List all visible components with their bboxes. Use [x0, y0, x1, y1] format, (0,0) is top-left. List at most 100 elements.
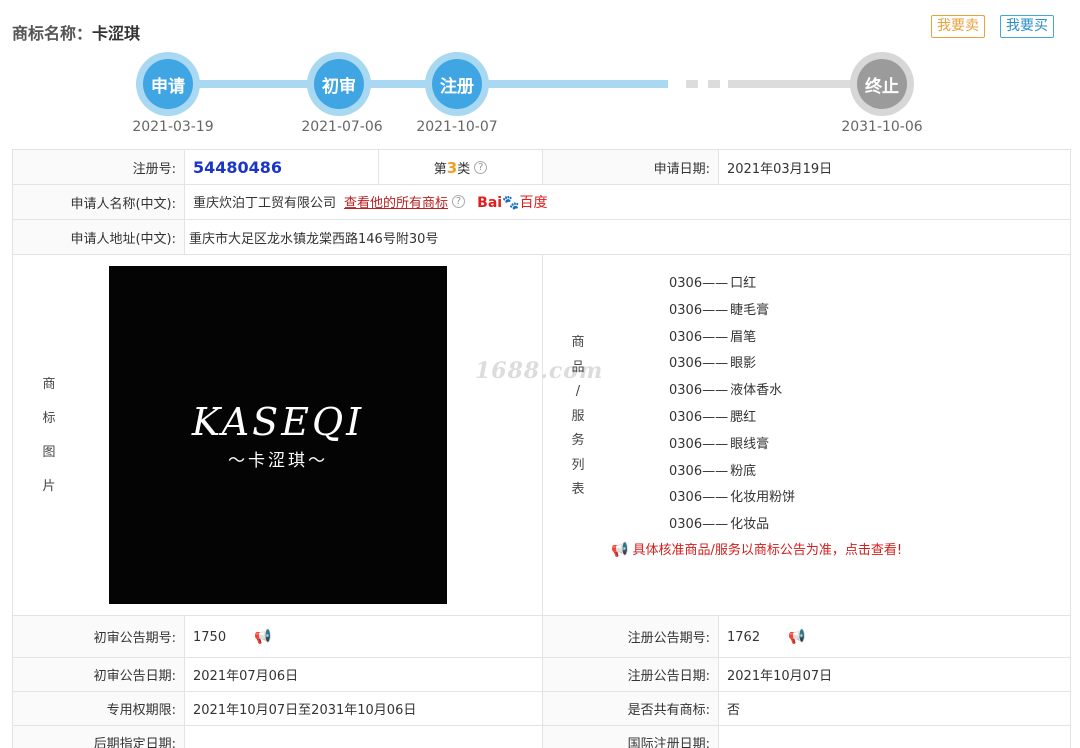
goods-name: 化妆品	[730, 517, 770, 533]
applicant-cell: 重庆炊泊丁工贸有限公司 查看他的所有商标? Bai🐾百度	[184, 184, 1071, 220]
list-item: 0306—— 液体香水	[669, 378, 795, 405]
image-label-char: 商	[42, 377, 56, 392]
megaphone-icon[interactable]: 📢	[788, 629, 805, 645]
term: 2021年10月07日至2031年10月06日	[184, 691, 543, 726]
reg-pub-no-cell: 1762 📢	[718, 615, 1071, 658]
view-all-marks-link[interactable]: 查看他的所有商标	[344, 196, 448, 211]
page-title: 商标名称：卡涩琪	[12, 20, 140, 44]
address-label: 申请人地址(中文):	[12, 219, 185, 255]
goods-name: 口红	[730, 276, 757, 291]
timeline-node-label: 初审	[314, 59, 364, 109]
later-date	[184, 725, 543, 748]
reg-pub-date-label: 注册公告日期:	[542, 657, 719, 692]
logo-main-text: KASEQI	[191, 399, 365, 444]
table-row: 申请人名称(中文): 重庆炊泊丁工贸有限公司 查看他的所有商标? Bai🐾百度	[12, 184, 1071, 220]
timeline-dash	[686, 80, 698, 88]
sell-button[interactable]: 我要卖	[931, 15, 985, 38]
reg-pub-date: 2021年10月07日	[718, 657, 1071, 692]
goods-code: 0306——	[669, 276, 729, 291]
help-icon[interactable]: ?	[474, 160, 488, 174]
goods-code: 0306——	[669, 517, 729, 533]
goods-code: 0306——	[669, 383, 729, 399]
image-label-char: 标	[42, 411, 56, 426]
timeline-date: 2021-07-06	[301, 119, 383, 135]
goods-label-char: 务	[571, 433, 585, 448]
trademark-name: 卡涩琪	[92, 24, 141, 43]
table-row: 专用权期限: 2021年10月07日至2031年10月06日 是否共有商标: 否	[12, 691, 1071, 726]
megaphone-icon: 📢	[611, 542, 629, 558]
trademark-logo-image: KASEQI ～卡涩琪～	[109, 266, 447, 604]
list-item: 0306—— 腮红	[669, 405, 795, 432]
timeline-date: 2021-10-07	[416, 119, 498, 135]
table-row: 初审公告日期: 2021年07月06日 注册公告日期: 2021年10月07日	[12, 657, 1071, 692]
goods-name: 液体香水	[730, 383, 783, 399]
image-label-char: 片	[42, 479, 56, 494]
shared-label: 是否共有商标:	[542, 691, 719, 726]
reg-pub-no: 1762	[727, 629, 761, 645]
timeline-node-prelim: 初审	[307, 52, 371, 116]
shared: 否	[718, 691, 1071, 726]
timeline-node-label: 注册	[432, 59, 482, 109]
prelim-no-label: 初审公告期号:	[12, 615, 185, 658]
timeline-date: 2031-10-06	[841, 119, 923, 135]
timeline-node-label: 申请	[143, 59, 193, 109]
baidu-paw-icon: 🐾	[502, 195, 520, 211]
applicant-label: 申请人名称(中文):	[12, 184, 185, 220]
goods-notice-text: 具体核准商品/服务以商标公告为准，点击查看!	[632, 543, 903, 558]
trademark-info-table: 注册号: 54480486 第3类? 申请日期: 2021年03月19日 申请人…	[12, 149, 1071, 748]
timeline-node-apply: 申请	[136, 52, 200, 116]
baidu-du: 百度	[519, 195, 548, 211]
help-icon[interactable]: ?	[452, 195, 466, 208]
goods-name: 眉笔	[730, 329, 757, 345]
baidu-text: Bai	[477, 195, 503, 211]
table-row: 申请人地址(中文): 重庆市大足区龙水镇龙棠西路146号附30号	[12, 219, 1071, 255]
applicant-name: 重庆炊泊丁工贸有限公司	[193, 196, 337, 211]
intl-date	[718, 725, 1071, 748]
goods-code: 0306——	[669, 302, 729, 318]
timeline-progress-line	[168, 80, 668, 88]
goods-label: 商 品 / 服 务 列 表	[571, 331, 585, 503]
goods-code: 0306——	[669, 356, 729, 372]
goods-cell: 1688.com 商 品 / 服 务 列 表 0306—— 口红 0306—— 睫毛…	[475, 254, 1071, 616]
goods-code: 0306——	[669, 490, 729, 506]
prelim-date: 2021年07月06日	[184, 657, 543, 692]
reg-no-label: 注册号:	[12, 149, 185, 185]
baidu-search-link[interactable]: Bai🐾百度	[477, 192, 547, 212]
goods-name: 睫毛膏	[730, 302, 770, 318]
goods-name: 眼线膏	[730, 436, 770, 452]
reg-pub-no-label: 注册公告期号:	[542, 615, 719, 658]
table-row: 后期指定日期: 国际注册日期:	[12, 725, 1071, 748]
later-date-label: 后期指定日期:	[12, 725, 185, 748]
image-label-char: 图	[42, 445, 56, 460]
term-label: 专用权期限:	[12, 691, 185, 726]
goods-name: 眼影	[730, 356, 757, 372]
goods-label-char: 品	[571, 359, 585, 375]
table-row: 初审公告期号: 1750 📢 注册公告期号: 1762 📢	[12, 615, 1071, 658]
list-item: 0306—— 粉底	[669, 459, 795, 486]
reg-no: 54480486	[193, 157, 283, 177]
list-item: 0306—— 口红	[669, 271, 795, 298]
goods-wrapper: 1688.com 商 品 / 服 务 列 表 0306—— 口红 0306—— 睫毛…	[475, 255, 1070, 615]
table-row: 商 标 图 片 KASEQI ～卡涩琪～ 1688.com 商 品 / 服 务 …	[12, 254, 1071, 616]
list-item: 0306—— 化妆品	[669, 512, 795, 539]
timeline-node-end: 终止	[850, 52, 914, 116]
buy-button[interactable]: 我要买	[1000, 15, 1054, 38]
list-item: 0306—— 眼影	[669, 351, 795, 378]
prelim-no: 1750	[193, 629, 227, 645]
goods-label-char: 列	[571, 457, 585, 473]
timeline-node-label: 终止	[857, 59, 907, 109]
class-number[interactable]: 3	[447, 159, 457, 177]
goods-code: 0306——	[669, 436, 729, 452]
reg-no-cell: 54480486	[184, 149, 379, 185]
list-item: 0306—— 化妆用粉饼	[669, 485, 795, 512]
goods-list: 0306—— 口红 0306—— 睫毛膏 0306—— 眉笔 0306—— 眼影 030…	[669, 271, 795, 539]
goods-label-char: 商	[571, 335, 585, 350]
megaphone-icon[interactable]: 📢	[254, 629, 271, 645]
goods-notice-link[interactable]: 📢 具体核准商品/服务以商标公告为准，点击查看!	[611, 539, 902, 558]
image-label: 商 标 图 片	[31, 368, 67, 504]
goods-code: 0306——	[669, 463, 729, 479]
goods-code: 0306——	[669, 409, 729, 425]
apply-date: 2021年03月19日	[718, 149, 1071, 185]
intl-date-label: 国际注册日期:	[542, 725, 719, 748]
list-item: 0306—— 眼线膏	[669, 432, 795, 459]
